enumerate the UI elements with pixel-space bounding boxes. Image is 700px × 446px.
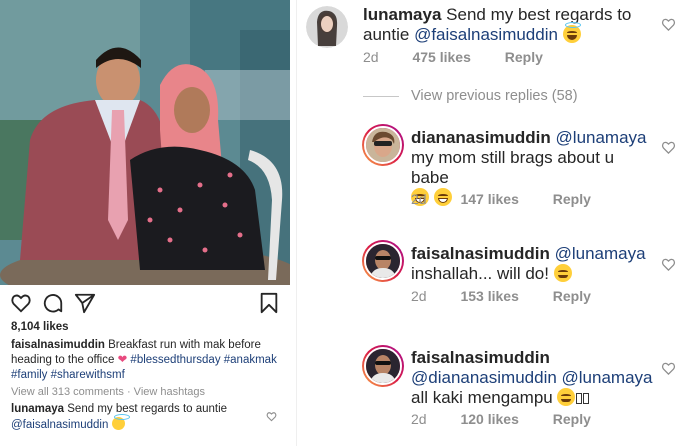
comment-likes[interactable]: 475 likes bbox=[412, 49, 470, 65]
view-all-comments-link[interactable]: View all 313 comments · View hashtags bbox=[11, 386, 205, 398]
comment-mention[interactable]: @lunamaya bbox=[556, 128, 647, 147]
comment-mention[interactable]: @diananasimuddin @lunamaya bbox=[411, 368, 653, 387]
post-likes-count[interactable]: 8,104 likes bbox=[11, 321, 69, 333]
halo-emoji bbox=[111, 414, 130, 430]
comment-mention[interactable]: @faisalnasimuddin bbox=[414, 25, 558, 44]
comment-heart-icon[interactable] bbox=[661, 257, 676, 272]
replies-divider bbox=[363, 96, 399, 97]
comment-username[interactable]: faisalnasimuddin bbox=[411, 244, 550, 263]
post-photo[interactable] bbox=[0, 0, 290, 285]
comment-text: faisalnasimuddin @diananasimuddin @lunam… bbox=[411, 348, 653, 407]
comment-meta: 2d 147 likes Reply bbox=[411, 191, 591, 207]
preview-comment-heart-icon[interactable] bbox=[266, 409, 277, 422]
comment-username[interactable]: faisalnasimuddin bbox=[411, 348, 550, 367]
post-caption: faisalnasimuddin Breakfast run with mak … bbox=[11, 338, 283, 383]
comment-text: lunamaya Send my best regards to auntie … bbox=[363, 5, 632, 44]
avatar[interactable] bbox=[362, 240, 404, 282]
comment-mention[interactable]: @lunamaya bbox=[555, 244, 646, 263]
reply-button[interactable]: Reply bbox=[505, 49, 543, 65]
post-actions bbox=[10, 292, 280, 314]
comment-meta: 2d 475 likes Reply bbox=[363, 49, 543, 65]
view-previous-replies-link[interactable]: View previous replies (58) bbox=[411, 88, 578, 104]
comment-heart-icon[interactable] bbox=[661, 140, 676, 155]
avatar[interactable] bbox=[362, 124, 404, 166]
bookmark-icon[interactable] bbox=[258, 292, 280, 314]
comment-text: faisalnasimuddin @lunamaya inshallah... … bbox=[411, 244, 646, 283]
reply-button[interactable]: Reply bbox=[553, 288, 591, 304]
comment-meta: 2d 120 likes Reply bbox=[411, 411, 591, 427]
comment-heart-icon[interactable] bbox=[661, 361, 676, 376]
heart-icon[interactable] bbox=[10, 292, 32, 314]
panel-divider bbox=[296, 0, 297, 446]
comment-likes[interactable]: 147 likes bbox=[460, 191, 518, 207]
comment-likes[interactable]: 153 likes bbox=[460, 288, 518, 304]
reply-button[interactable]: Reply bbox=[553, 191, 591, 207]
post-panel: 8,104 likes faisalnasimuddin Breakfast r… bbox=[0, 0, 290, 446]
avatar[interactable] bbox=[362, 345, 404, 387]
hearts-emoji: ❤ bbox=[117, 354, 128, 366]
comment-meta: 2d 153 likes Reply bbox=[411, 288, 591, 304]
caption-hashtags[interactable]: #blessedthursday #anakmak bbox=[130, 354, 276, 366]
comment-heart-icon[interactable] bbox=[661, 17, 676, 32]
hugging-emoji bbox=[557, 388, 576, 406]
preview-comment-mention[interactable]: @faisalnasimuddin bbox=[11, 419, 108, 431]
caption-hashtags-2[interactable]: #family #sharewithsmf bbox=[11, 369, 125, 381]
missing-glyph-icon bbox=[583, 393, 590, 404]
preview-comment: lunamaya Send my best regards to auntie … bbox=[11, 402, 261, 433]
comment-likes[interactable]: 120 likes bbox=[460, 411, 518, 427]
comment-icon[interactable] bbox=[42, 292, 64, 314]
preview-comment-username[interactable]: lunamaya bbox=[11, 403, 64, 415]
reply-button[interactable]: Reply bbox=[553, 411, 591, 427]
missing-glyph-icon bbox=[576, 393, 583, 404]
avatar[interactable] bbox=[306, 6, 348, 48]
halo-emoji bbox=[562, 22, 581, 43]
caption-username[interactable]: faisalnasimuddin bbox=[11, 339, 105, 351]
smiling-emoji bbox=[553, 264, 572, 282]
comment-username[interactable]: lunamaya bbox=[363, 5, 441, 24]
comment-username[interactable]: diananasimuddin bbox=[411, 128, 551, 147]
preview-comment-text: Send my best regards to auntie bbox=[67, 403, 228, 415]
share-icon[interactable] bbox=[74, 292, 96, 314]
